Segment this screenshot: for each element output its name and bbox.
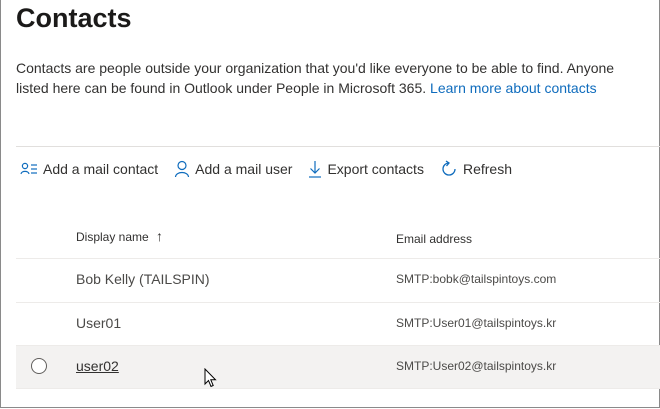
- toolbar-divider: [16, 146, 660, 147]
- person-icon: [174, 160, 190, 178]
- email-cell: SMTP:User01@tailspintoys.kr: [396, 316, 557, 330]
- display-name-cell[interactable]: Bob Kelly (TAILSPIN): [76, 271, 210, 287]
- sort-ascending-icon: ↑: [156, 228, 164, 244]
- display-name-cell[interactable]: User01: [76, 315, 121, 331]
- table-row-hovered[interactable]: user02 SMTP:User02@tailspintoys.kr: [16, 345, 660, 389]
- display-name-column-header[interactable]: Display name ↑: [76, 228, 163, 244]
- email-cell: SMTP:bobk@tailspintoys.com: [396, 272, 557, 286]
- page-description: Contacts are people outside your organiz…: [16, 58, 636, 98]
- export-contacts-button[interactable]: Export contacts: [308, 160, 424, 178]
- email-cell: SMTP:User02@tailspintoys.kr: [396, 359, 557, 373]
- contact-list-icon: [20, 161, 38, 177]
- display-name-cell[interactable]: user02: [76, 358, 119, 374]
- table-row[interactable]: User01 SMTP:User01@tailspintoys.kr: [16, 302, 660, 345]
- add-mail-contact-button[interactable]: Add a mail contact: [20, 161, 158, 177]
- export-contacts-label: Export contacts: [327, 161, 424, 177]
- refresh-icon: [440, 160, 458, 178]
- download-arrow-icon: [308, 160, 322, 178]
- row-select-radio[interactable]: [31, 358, 47, 374]
- learn-more-link[interactable]: Learn more about contacts: [430, 80, 597, 96]
- refresh-button[interactable]: Refresh: [440, 160, 512, 178]
- table-row[interactable]: Bob Kelly (TAILSPIN) SMTP:bobk@tailspint…: [16, 258, 660, 301]
- page-title: Contacts: [16, 3, 132, 33]
- add-mail-contact-label: Add a mail contact: [43, 161, 159, 177]
- command-bar: Add a mail contact Add a mail user Expor…: [20, 156, 512, 182]
- add-mail-user-button[interactable]: Add a mail user: [174, 160, 292, 178]
- mouse-pointer-icon: [204, 367, 218, 393]
- display-name-header-label: Display name: [76, 230, 149, 244]
- email-address-column-header[interactable]: Email address: [396, 232, 472, 246]
- add-mail-user-label: Add a mail user: [195, 161, 293, 177]
- refresh-label: Refresh: [462, 161, 512, 177]
